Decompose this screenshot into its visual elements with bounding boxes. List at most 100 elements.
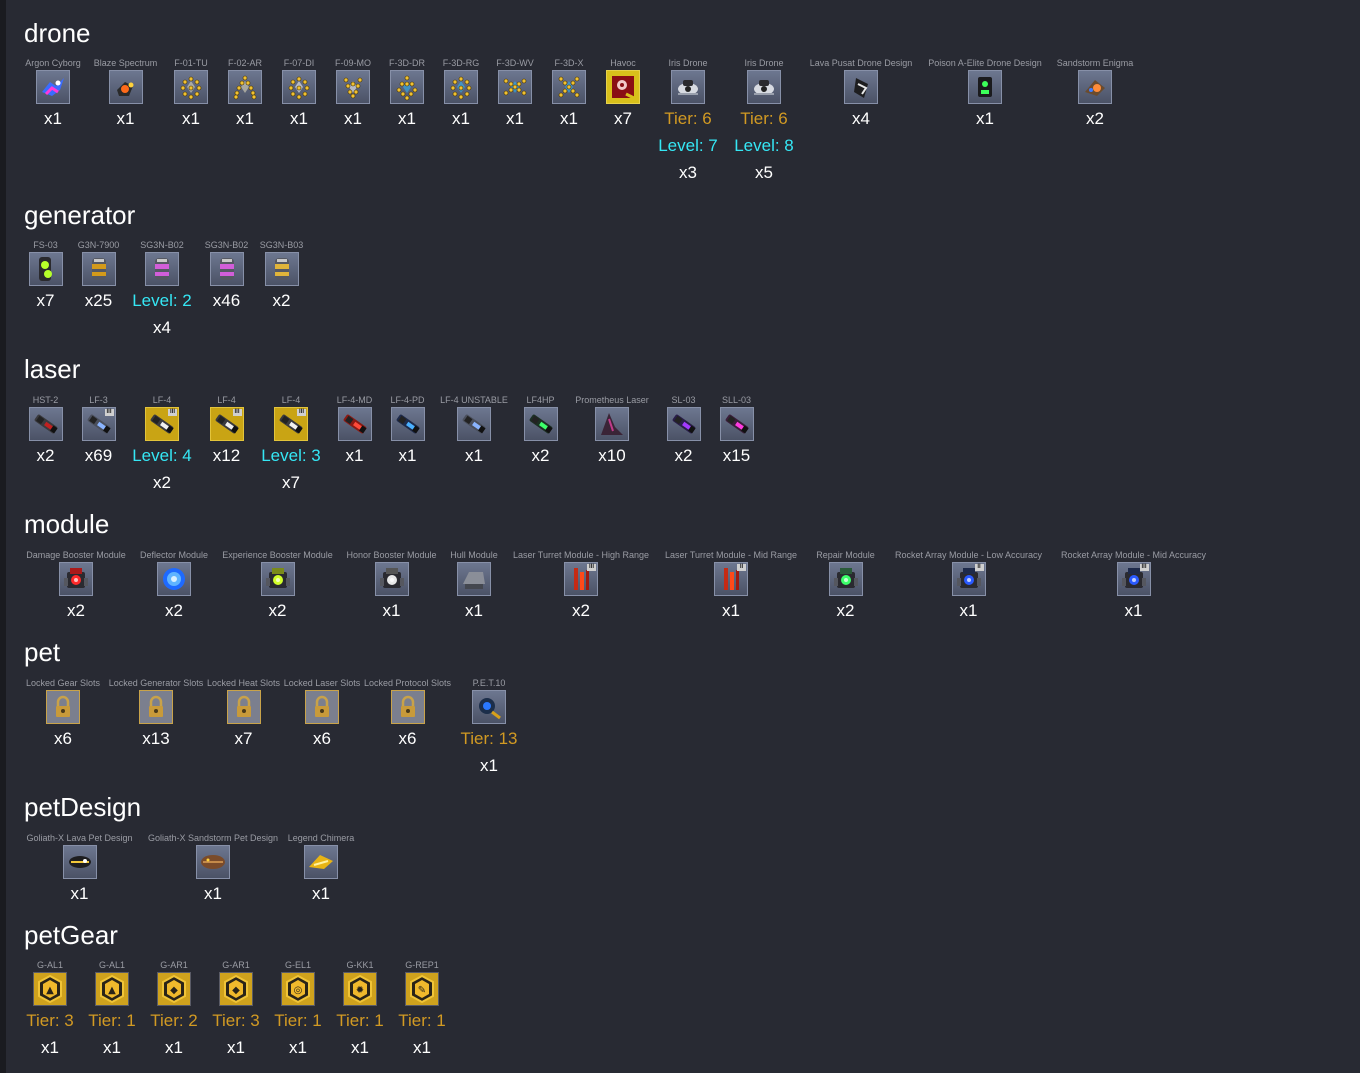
shield-generator-icon[interactable] (145, 252, 179, 286)
laser-turret-module-icon[interactable]: III (564, 562, 598, 596)
lock-icon[interactable] (390, 690, 425, 724)
shield-generator-icon[interactable] (209, 252, 244, 286)
inventory-item[interactable]: G-KK1 ✹ Tier: 1 x1 (334, 959, 386, 1061)
drone-formation-icon[interactable] (282, 70, 316, 104)
iris-drone-icon[interactable] (747, 70, 781, 104)
drone-formation-icon[interactable] (336, 70, 370, 104)
drone-formation-icon[interactable] (390, 70, 424, 104)
auto-looter-icon[interactable]: ▲ (33, 972, 67, 1006)
inventory-item[interactable]: F-07-DI x1 (277, 57, 321, 186)
inventory-item[interactable]: FS-03 x7 (24, 239, 67, 341)
honor-booster-module-icon[interactable] (374, 562, 409, 596)
inventory-item[interactable]: Argon Cyborg x1 (24, 57, 82, 186)
inventory-item[interactable]: Goliath-X Sandstorm Pet Design x1 (145, 832, 281, 907)
inventory-item[interactable]: Legend Chimera x1 (288, 832, 355, 907)
laser-cannon-purple-icon[interactable] (666, 407, 701, 441)
inventory-item[interactable]: G-REP1 ✎ Tier: 1 x1 (396, 959, 448, 1061)
drone-formation-icon[interactable] (498, 70, 532, 104)
sandstorm-enigma-icon[interactable] (1078, 70, 1112, 104)
inventory-item[interactable]: LF-4-MD x1 (333, 394, 376, 496)
experience-booster-module-icon[interactable] (260, 562, 295, 596)
drone-formation-icon[interactable] (444, 70, 478, 104)
inventory-item[interactable]: LF-4 III Level: 3 x7 (259, 394, 323, 496)
lava-pet-design-icon[interactable] (62, 845, 97, 879)
inventory-item[interactable]: G-EL1 ◎ Tier: 1 x1 (272, 959, 324, 1061)
inventory-item[interactable]: Locked Laser Slots x6 (284, 677, 361, 779)
laser-turret-module-icon[interactable]: II (714, 562, 748, 596)
inventory-item[interactable]: LF4HP x2 (519, 394, 562, 496)
inventory-item[interactable]: Experience Booster Module x2 (220, 549, 335, 624)
chimera-pet-design-icon[interactable] (304, 845, 338, 879)
laser-cannon-magenta-icon[interactable] (719, 407, 754, 441)
repair-module-icon[interactable] (828, 562, 863, 596)
iris-drone-icon[interactable] (671, 70, 705, 104)
inventory-item[interactable]: G-AL1 ▲ Tier: 3 x1 (24, 959, 76, 1061)
inventory-item[interactable]: Locked Gear Slots x6 (24, 677, 102, 779)
hellstorm-launcher-icon[interactable] (28, 407, 63, 441)
auto-resource-icon[interactable]: ◆ (157, 972, 191, 1006)
havoc-design-icon[interactable] (606, 70, 640, 104)
inventory-item[interactable]: F-3D-RG x1 (439, 57, 483, 186)
lf4-laser-icon[interactable]: III (209, 407, 244, 441)
argon-cyborg-icon[interactable] (36, 70, 70, 104)
inventory-item[interactable]: Laser Turret Module - High Range III x2 (510, 549, 652, 624)
drone-formation-icon[interactable] (174, 70, 208, 104)
laser-cannon-icon[interactable]: III (81, 407, 116, 441)
inventory-item[interactable]: Damage Booster Module x2 (24, 549, 128, 624)
laser-cannon-icon[interactable] (457, 407, 491, 441)
shield-generator-gold-icon[interactable] (264, 252, 299, 286)
inventory-item[interactable]: Locked Generator Slots x13 (109, 677, 204, 779)
inventory-item[interactable]: SG3N-B03 x2 (259, 239, 304, 341)
inventory-item[interactable]: G-AL1 ▲ Tier: 1 x1 (86, 959, 138, 1061)
prometheus-laser-icon[interactable] (595, 407, 629, 441)
laser-cannon-red-icon[interactable] (337, 407, 372, 441)
inventory-item[interactable]: Sandstorm Enigma x2 (1055, 57, 1135, 186)
inventory-item[interactable]: F-3D-DR x1 (385, 57, 429, 186)
inventory-item[interactable]: LF-4-PD x1 (386, 394, 429, 496)
inventory-item[interactable]: Laser Turret Module - Mid Range II x1 (662, 549, 800, 624)
inventory-item[interactable]: Iris Drone Tier: 6 Level: 8 x5 (731, 57, 797, 186)
lock-icon[interactable] (226, 690, 261, 724)
inventory-item[interactable]: SG3N-B02 x46 (204, 239, 249, 341)
inventory-item[interactable]: Prometheus Laser x10 (572, 394, 652, 496)
auto-looter-icon[interactable]: ▲ (95, 972, 129, 1006)
inventory-item[interactable]: Poison A-Elite Drone Design x1 (925, 57, 1045, 186)
poison-drone-design-icon[interactable] (968, 70, 1002, 104)
inventory-item[interactable]: Deflector Module x2 (138, 549, 210, 624)
lf4-laser-icon[interactable]: III (274, 407, 308, 441)
inventory-item[interactable]: LF-4 UNSTABLE x1 (439, 394, 509, 496)
inventory-item[interactable]: LF-4 III Level: 4 x2 (130, 394, 194, 496)
fs03-generator-icon[interactable] (28, 252, 63, 286)
rocket-array-module-icon[interactable]: III (1116, 562, 1151, 596)
inventory-item[interactable]: Blaze Spectrum x1 (92, 57, 159, 186)
inventory-item[interactable]: Locked Heat Slots x7 (207, 677, 280, 779)
inventory-item[interactable]: SG3N-B02 Level: 2 x4 (130, 239, 194, 341)
deflector-module-icon[interactable] (157, 562, 191, 596)
inventory-item[interactable]: P.E.T.10 Tier: 13 x1 (458, 677, 520, 779)
inventory-item[interactable]: LF-3 III x69 (77, 394, 120, 496)
inventory-item[interactable]: F-01-TU x1 (169, 57, 213, 186)
inventory-item[interactable]: Rocket Array Module - Low Accuracy II x1 (891, 549, 1046, 624)
lock-icon[interactable] (46, 690, 80, 724)
inventory-item[interactable]: SLL-03 x15 (715, 394, 758, 496)
lock-icon[interactable] (139, 690, 173, 724)
inventory-item[interactable]: Honor Booster Module x1 (345, 549, 438, 624)
lf4-laser-icon[interactable]: III (145, 407, 179, 441)
drone-formation-icon[interactable] (552, 70, 586, 104)
inventory-item[interactable]: F-09-MO x1 (331, 57, 375, 186)
rocket-array-module-icon[interactable]: II (951, 562, 986, 596)
inventory-item[interactable]: G-AR1 ◆ Tier: 3 x1 (210, 959, 262, 1061)
inventory-item[interactable]: Iris Drone Tier: 6 Level: 7 x3 (655, 57, 721, 186)
inventory-item[interactable]: Goliath-X Lava Pet Design x1 (24, 832, 135, 907)
blaze-spectrum-icon[interactable] (108, 70, 143, 104)
inventory-item[interactable]: Rocket Array Module - Mid Accuracy III x1 (1056, 549, 1211, 624)
enemy-locator-icon[interactable]: ◎ (281, 972, 315, 1006)
inventory-item[interactable]: Hull Module x1 (448, 549, 500, 624)
lock-icon[interactable] (305, 690, 339, 724)
lava-drone-design-icon[interactable] (844, 70, 878, 104)
inventory-item[interactable]: Lava Pusat Drone Design x4 (807, 57, 915, 186)
inventory-item[interactable]: SL-03 x2 (662, 394, 705, 496)
inventory-item[interactable]: HST-2 x2 (24, 394, 67, 496)
inventory-item[interactable]: G3N-7900 x25 (77, 239, 120, 341)
laser-cannon-green-icon[interactable] (523, 407, 558, 441)
